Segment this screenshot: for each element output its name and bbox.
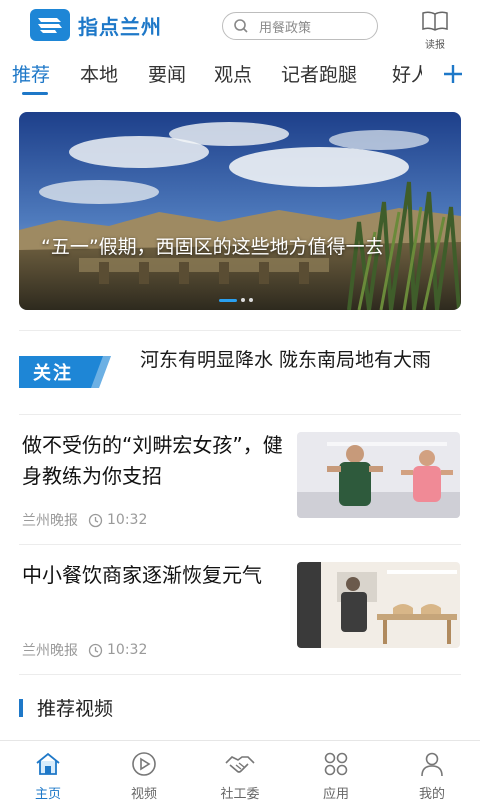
news-title: 中小餐饮商家逐渐恢复元气 [22,563,262,587]
reader-button[interactable]: 读报 [418,9,452,51]
attention-label: 关注 [33,363,73,384]
news-meta: 兰州晚报 10:32 [22,510,147,530]
nav-label: 主页 [34,787,61,802]
news-source: 兰州晚报 [22,513,78,529]
nav-home[interactable]: 主页 [18,751,78,802]
tab-good-people-clip: 好人 [392,60,422,90]
app-header: 指点兰州 用餐政策 读报 [0,0,480,52]
add-tab-button[interactable] [438,56,468,92]
reader-label: 读报 [425,40,445,51]
search-placeholder: 用餐政策 [259,20,312,36]
home-icon [36,752,60,775]
news-meta: 兰州晚报 10:32 [22,640,147,660]
handshake-icon [225,756,255,773]
book-icon [422,11,448,31]
search-input[interactable]: 用餐政策 [222,12,378,40]
apps-icon [324,752,348,776]
tab-local[interactable]: 本地 [80,60,118,87]
tab-opinion[interactable]: 观点 [214,60,252,87]
carousel-dot-active [219,298,237,302]
news-source: 兰州晚报 [22,643,78,659]
attention-headline[interactable]: 河东有明显降水 陇东南局地有大雨 [140,347,458,374]
nav-social-work[interactable]: 社工委 [210,751,270,802]
tab-reporter-errands[interactable]: 记者跑腿 [281,60,357,87]
app-logo[interactable]: 指点兰州 [30,9,162,41]
section-title: 推荐视频 [37,698,114,720]
tab-recommend[interactable]: 推荐 [12,60,50,87]
search-icon [234,19,248,33]
plus-icon [444,65,462,83]
attention-badge: 关注 [19,356,111,388]
divider [19,330,461,331]
active-tab-indicator [22,92,48,95]
clock-icon [88,513,103,527]
divider [19,414,461,415]
nav-video[interactable]: 视频 [114,751,174,802]
news-thumbnail [297,562,460,648]
bottom-nav: 主页 视频 社工委 应用 我的 [0,740,480,802]
news-time: 10:32 [107,642,148,658]
category-tabs: 推荐 本地 要闻 观点 记者跑腿 好人 [0,56,480,96]
section-header: 推荐视频 [19,694,113,721]
tab-headlines[interactable]: 要闻 [148,60,186,87]
section-marker [19,698,23,717]
logo-mark-icon [30,9,70,41]
logo-text: 指点兰州 [78,14,162,39]
nav-label: 视频 [130,787,157,802]
news-title: 做不受伤的“刘畊宏女孩”，健身教练为你支招 [22,433,283,488]
carousel-dot [241,298,245,302]
nav-label: 我的 [418,787,445,802]
carousel-dot [249,298,253,302]
tab-good-people[interactable]: 好人 [392,60,422,87]
play-icon [132,752,156,776]
divider [19,544,461,545]
carousel-indicator [219,298,253,302]
clock-icon [88,643,103,657]
news-thumbnail [297,432,460,518]
banner-image [19,112,461,310]
nav-apps[interactable]: 应用 [306,751,366,802]
news-time: 10:32 [107,512,148,528]
user-icon [421,752,443,777]
nav-label: 社工委 [220,787,260,802]
nav-profile[interactable]: 我的 [402,751,462,802]
divider [19,674,461,675]
banner-title: “五一”假期，西固区的这些地方值得一去 [41,236,384,258]
nav-label: 应用 [322,787,349,802]
featured-banner[interactable]: “五一”假期，西固区的这些地方值得一去 [19,112,461,310]
